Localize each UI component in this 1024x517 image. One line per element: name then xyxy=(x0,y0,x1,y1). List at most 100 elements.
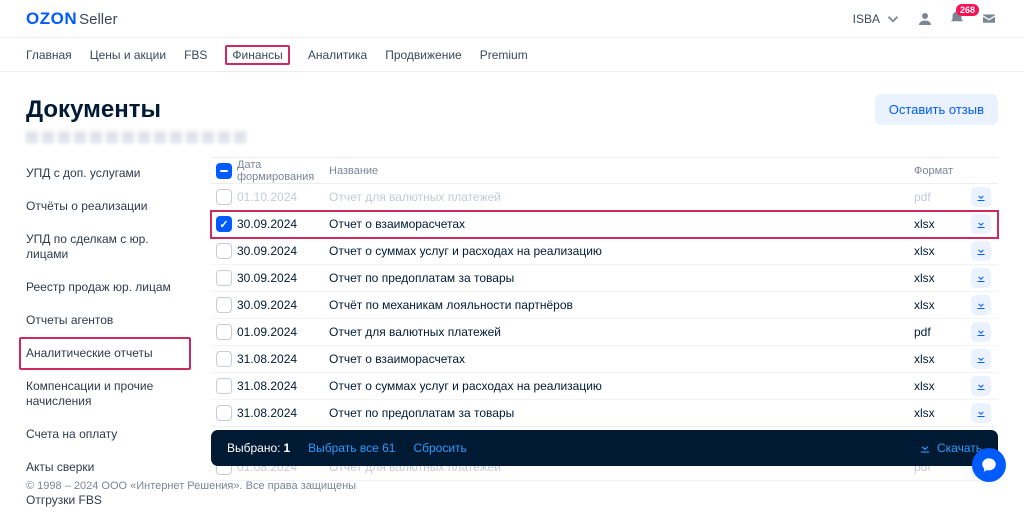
row-name: Отчет для валютных платежей xyxy=(329,325,914,339)
nav-item-1[interactable]: Цены и акции xyxy=(90,48,166,62)
download-button[interactable] xyxy=(971,187,991,207)
row-checkbox[interactable] xyxy=(216,243,232,259)
row-date: 31.08.2024 xyxy=(237,352,329,366)
sidebar-item-3[interactable]: Реестр продаж юр. лицам xyxy=(26,271,191,304)
sidebar-item-2[interactable]: УПД по сделкам с юр. лицами xyxy=(26,223,191,271)
table-header: Дата формирования Название Формат xyxy=(211,158,998,184)
row-checkbox[interactable] xyxy=(216,189,232,205)
download-button[interactable] xyxy=(971,403,991,423)
chevron-down-icon xyxy=(884,10,902,28)
sidebar-item-1[interactable]: Отчёты о реализации xyxy=(26,190,191,223)
redacted-filters xyxy=(26,131,998,147)
row-name: Отчет для валютных платежей xyxy=(329,190,914,204)
row-format: xlsx xyxy=(914,298,964,312)
row-format: xlsx xyxy=(914,352,964,366)
table-row: 30.09.2024Отчет о взаиморасчетахxlsx xyxy=(211,211,998,238)
nav-item-3[interactable]: Финансы xyxy=(225,45,289,65)
table-row: 31.08.2024Отчет по предоплатам за товары… xyxy=(211,400,998,427)
row-date: 31.08.2024 xyxy=(237,379,329,393)
download-button[interactable] xyxy=(971,241,991,261)
user-icon[interactable] xyxy=(916,10,934,28)
nav-item-6[interactable]: Premium xyxy=(480,48,528,62)
row-format: pdf xyxy=(914,325,964,339)
logo-ozon: OZON xyxy=(26,9,77,29)
sidebar: УПД с доп. услугамиОтчёты о реализацииУП… xyxy=(26,157,191,517)
nav-item-2[interactable]: FBS xyxy=(184,48,207,62)
row-checkbox[interactable] xyxy=(216,297,232,313)
logo[interactable]: OZON Seller xyxy=(26,9,117,29)
row-date: 01.10.2024 xyxy=(237,190,329,204)
row-date: 30.09.2024 xyxy=(237,217,329,231)
table-row: 31.08.2024Отчет о взаиморасчетахxlsx xyxy=(211,346,998,373)
page-title: Документы xyxy=(26,96,875,124)
sidebar-item-4[interactable]: Отчеты агентов xyxy=(26,304,191,337)
nav-item-5[interactable]: Продвижение xyxy=(385,48,462,62)
row-format: pdf xyxy=(914,190,964,204)
documents-table: Дата формирования Название Формат 01.10.… xyxy=(211,157,998,517)
row-date: 31.08.2024 xyxy=(237,406,329,420)
table-row: 30.09.2024Отчёт по механикам лояльности … xyxy=(211,292,998,319)
sidebar-item-6[interactable]: Компенсации и прочие начисления xyxy=(26,370,191,418)
download-button[interactable] xyxy=(971,268,991,288)
row-format: xlsx xyxy=(914,217,964,231)
row-checkbox[interactable] xyxy=(216,351,232,367)
row-checkbox[interactable] xyxy=(216,405,232,421)
row-format: xlsx xyxy=(914,271,964,285)
row-name: Отчет о взаиморасчетах xyxy=(329,352,914,366)
notification-badge: 268 xyxy=(956,4,979,16)
download-button[interactable] xyxy=(971,376,991,396)
row-checkbox[interactable] xyxy=(216,216,232,232)
table-row: 30.09.2024Отчет о суммах услуг и расхода… xyxy=(211,238,998,265)
col-format[interactable]: Формат xyxy=(914,165,964,177)
row-name: Отчет по предоплатам за товары xyxy=(329,271,914,285)
seller-switcher[interactable]: ISBA xyxy=(853,10,902,28)
sidebar-item-5[interactable]: Аналитические отчеты xyxy=(19,337,191,370)
selection-label: Выбрано: xyxy=(227,441,280,455)
row-name: Отчет о суммах услуг и расходах на реали… xyxy=(329,379,914,393)
help-icon[interactable] xyxy=(980,10,998,28)
table-row: 01.09.2024Отчет для валютных платежейpdf xyxy=(211,319,998,346)
reset-selection-link[interactable]: Сбросить xyxy=(413,441,466,455)
col-name[interactable]: Название xyxy=(329,165,914,177)
select-all-link[interactable]: Выбрать все 61 xyxy=(308,441,395,455)
sidebar-item-0[interactable]: УПД с доп. услугами xyxy=(26,157,191,190)
table-row: 01.10.2024Отчет для валютных платежейpdf xyxy=(211,184,998,211)
row-format: xlsx xyxy=(914,379,964,393)
nav-item-0[interactable]: Главная xyxy=(26,48,72,62)
seller-name: ISBA xyxy=(853,12,880,26)
row-date: 30.09.2024 xyxy=(237,298,329,312)
download-icon xyxy=(918,441,932,455)
select-all-checkbox[interactable] xyxy=(216,163,232,179)
table-row: 30.09.2024Отчет по предоплатам за товары… xyxy=(211,265,998,292)
row-checkbox[interactable] xyxy=(216,378,232,394)
selection-count: 1 xyxy=(283,441,290,455)
row-date: 30.09.2024 xyxy=(237,244,329,258)
feedback-button[interactable]: Оставить отзыв xyxy=(875,94,998,125)
row-format: xlsx xyxy=(914,406,964,420)
row-checkbox[interactable] xyxy=(216,270,232,286)
footer-copyright: © 1998 – 2024 ООО «Интернет Решения». Вс… xyxy=(26,480,356,492)
row-date: 30.09.2024 xyxy=(237,271,329,285)
row-name: Отчёт по механикам лояльности партнёров xyxy=(329,298,914,312)
table-row: 31.08.2024Отчет о суммах услуг и расхода… xyxy=(211,373,998,400)
chat-fab[interactable] xyxy=(972,448,1006,482)
download-button[interactable] xyxy=(971,322,991,342)
row-name: Отчет по предоплатам за товары xyxy=(329,406,914,420)
col-date[interactable]: Дата формирования xyxy=(237,159,329,183)
chat-icon xyxy=(980,456,998,474)
sidebar-item-7[interactable]: Счета на оплату xyxy=(26,418,191,451)
selection-bar: Выбрано: 1 Выбрать все 61 Сбросить Скача… xyxy=(211,430,998,466)
nav-item-4[interactable]: Аналитика xyxy=(308,48,367,62)
row-format: xlsx xyxy=(914,244,964,258)
download-button[interactable] xyxy=(971,214,991,234)
main-nav: Главная Цены и акции FBS Финансы Аналитика Пр… xyxy=(0,38,1024,72)
row-name: Отчет о взаиморасчетах xyxy=(329,217,914,231)
logo-seller: Seller xyxy=(79,11,117,28)
download-selected-button[interactable]: Скачать xyxy=(918,441,982,455)
notifications-icon[interactable]: 268 xyxy=(948,10,966,28)
download-button[interactable] xyxy=(971,295,991,315)
row-checkbox[interactable] xyxy=(216,324,232,340)
row-date: 01.09.2024 xyxy=(237,325,329,339)
download-button[interactable] xyxy=(971,349,991,369)
row-name: Отчет о суммах услуг и расходах на реали… xyxy=(329,244,914,258)
